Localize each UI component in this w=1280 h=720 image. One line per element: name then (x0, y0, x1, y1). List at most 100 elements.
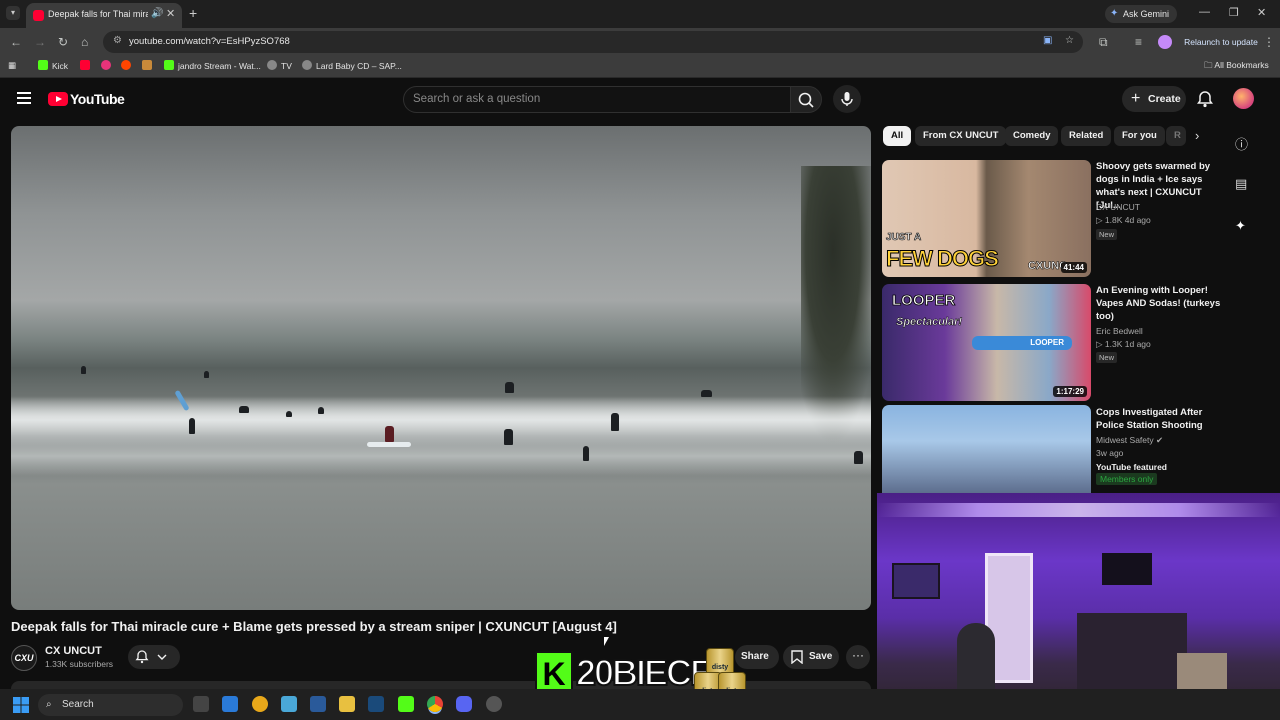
steam-icon[interactable] (368, 696, 384, 712)
youtube-favicon-icon (33, 10, 44, 21)
verified-icon: ✔ (1156, 435, 1164, 445)
duration-badge: 41:44 (1060, 262, 1087, 273)
task-view-icon[interactable] (193, 696, 209, 712)
video-player[interactable] (11, 126, 871, 610)
led-lights (877, 503, 1280, 517)
wall-tv (1102, 553, 1152, 585)
chip-partial[interactable]: R (1166, 126, 1186, 146)
chrome-icon[interactable] (427, 696, 443, 712)
new-badge: New (1096, 352, 1118, 363)
relaunch-button[interactable]: Relaunch to update (1182, 33, 1260, 51)
reload-icon[interactable]: ↻ (58, 35, 68, 49)
recommendation-thumbnail[interactable] (882, 405, 1091, 495)
recommendation-channel[interactable]: Midwest Safety ✔ (1096, 435, 1163, 446)
minimize-icon[interactable]: — (1199, 6, 1210, 18)
app-icon[interactable] (281, 696, 297, 712)
edge-canary-icon[interactable] (252, 696, 268, 712)
address-bar[interactable]: ⚙ youtube.com/watch?v=EsHPyzSO768 ▣ ☆ (103, 31, 1083, 53)
all-bookmarks[interactable]: 🗀 All Bookmarks (1204, 60, 1269, 74)
bookmark-kick[interactable]: Kick (38, 60, 68, 71)
chip-comedy[interactable]: Comedy (1005, 126, 1059, 146)
search-input[interactable]: Search or ask a question (403, 86, 791, 113)
profile-avatar[interactable] (1158, 35, 1172, 49)
recommendation-thumbnail[interactable]: JUST A FEW DOGS CXUNC 41:44 (882, 160, 1091, 277)
more-actions-icon[interactable]: ··· (846, 645, 870, 669)
recommendation-channel[interactable]: CX UNCUT (1096, 202, 1140, 212)
recommendation-title[interactable]: An Evening with Looper! Vapes AND Sodas!… (1096, 284, 1222, 323)
subscriber-count: 1.33K subscribers (45, 659, 114, 669)
new-badge: New (1096, 229, 1118, 240)
site-info-icon[interactable]: ⚙ (113, 35, 122, 46)
video-frame-wave-2 (11, 436, 871, 476)
youtube-logo-icon[interactable] (48, 92, 68, 106)
bookmarks-bar: ▦ Kick jandro Stream - Wat... TV Lard Ba… (0, 56, 1280, 78)
file-explorer-icon[interactable] (339, 696, 355, 712)
browser-tab-bar: ▾ Deepak falls for Thai miracle 🔊 ✕ + ✦ … (0, 0, 1280, 28)
close-tab-icon[interactable]: ✕ (166, 7, 175, 20)
ask-gemini-button[interactable]: ✦ Ask Gemini (1105, 5, 1177, 23)
cast-icon[interactable]: ▣ (1043, 35, 1052, 46)
search-placeholder: Search or ask a question (413, 93, 541, 105)
kick-app-icon[interactable] (398, 696, 414, 712)
chip-for-you[interactable]: For you (1114, 126, 1165, 146)
tab-search-icon[interactable]: ▾ (6, 6, 20, 20)
chip-from-cx-uncut[interactable]: From CX UNCUT (915, 126, 1007, 146)
menu-hamburger-icon[interactable] (17, 92, 31, 107)
video-title: Deepak falls for Thai miracle cure + Bla… (11, 619, 617, 634)
windows-start-icon[interactable] (13, 697, 29, 713)
gemini-icon: ✦ (1110, 8, 1119, 19)
bookmark-tv[interactable]: TV (267, 60, 292, 71)
cardboard-box (1177, 653, 1227, 693)
subscription-bell-button[interactable] (128, 645, 180, 669)
extensions-icon[interactable]: ⧉ (1099, 35, 1108, 50)
new-tab-icon[interactable]: + (189, 5, 197, 21)
notifications-bell-icon[interactable] (1197, 90, 1213, 108)
create-button[interactable]: + Create (1122, 86, 1186, 112)
audio-playing-icon[interactable]: 🔊 (151, 8, 163, 19)
account-avatar[interactable] (1233, 88, 1254, 109)
discord-icon[interactable] (456, 696, 472, 712)
bookmark-jandro[interactable]: jandro Stream - Wat... (164, 60, 261, 71)
windows-taskbar: ⌕ Search (0, 689, 1280, 720)
back-icon[interactable]: ← (10, 35, 22, 49)
browser-tab[interactable]: Deepak falls for Thai miracle 🔊 ✕ (26, 3, 182, 28)
calculator-icon[interactable] (310, 696, 326, 712)
chip-related[interactable]: Related (1061, 126, 1112, 146)
save-button[interactable]: Save (783, 645, 839, 669)
url-text: youtube.com/watch?v=EsHPyzSO768 (129, 36, 290, 47)
apps-grid-icon[interactable]: ▦ (8, 60, 16, 71)
chip-all[interactable]: All (883, 126, 912, 146)
channel-name[interactable]: CX UNCUT (45, 645, 102, 657)
restore-icon[interactable]: ❐ (1229, 6, 1239, 19)
recommendation-meta: 3w ago (1096, 448, 1124, 458)
bookmark-game-icon[interactable] (142, 60, 156, 71)
recommendation-channel[interactable]: Eric Bedwell (1096, 326, 1143, 336)
youtube-logo-text[interactable]: YouTube (70, 91, 125, 107)
share-button[interactable]: Share (735, 645, 779, 669)
sparkle-icon[interactable]: ✦ (1235, 218, 1246, 234)
recommendation-thumbnail[interactable]: LOOPER Spectacular! LOOPER 1:17:29 (882, 284, 1091, 401)
chat-icon[interactable]: ▤ (1235, 176, 1247, 192)
browser-menu-icon[interactable]: ⋮ (1263, 35, 1275, 49)
bookmark-youtube-icon[interactable] (80, 60, 94, 71)
recommendation-title[interactable]: Cops Investigated After Police Station S… (1096, 406, 1222, 432)
info-icon[interactable]: ⓘ (1235, 134, 1248, 153)
chips-next-chevron-icon[interactable]: › (1195, 128, 1199, 143)
members-only-badge: Members only (1096, 473, 1158, 485)
obs-icon[interactable] (486, 696, 502, 712)
home-icon[interactable]: ⌂ (81, 35, 88, 49)
bookmark-media-icon[interactable] (101, 60, 115, 71)
search-button[interactable] (790, 86, 822, 113)
channel-avatar[interactable]: CXU (11, 645, 37, 671)
taskbar-search[interactable]: ⌕ Search (38, 694, 183, 716)
duration-badge: 1:17:29 (1053, 386, 1087, 397)
forward-icon[interactable]: → (34, 35, 46, 49)
close-window-icon[interactable]: ✕ (1257, 6, 1266, 19)
widgets-icon[interactable] (222, 696, 238, 712)
bookmark-reddit-icon[interactable] (121, 60, 135, 71)
voice-search-button[interactable] (833, 85, 861, 113)
kick-icon (38, 60, 48, 70)
media-controls-icon[interactable]: ≡ (1135, 35, 1142, 49)
bookmark-star-icon[interactable]: ☆ (1065, 35, 1074, 46)
bookmark-lard-baby[interactable]: Lard Baby CD – SAP... (302, 60, 402, 71)
